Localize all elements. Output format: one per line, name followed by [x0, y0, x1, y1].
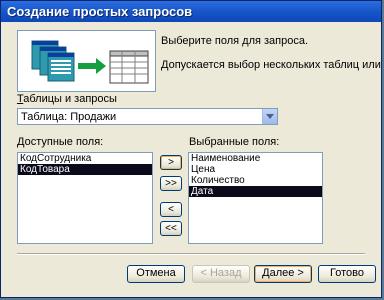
list-item[interactable]: КодТовара — [18, 164, 152, 175]
next-button[interactable]: Далее > — [254, 265, 312, 283]
available-fields-label: Доступные поля: — [17, 136, 103, 148]
list-item[interactable]: Наименование — [189, 153, 322, 164]
remove-field-button[interactable]: < — [160, 202, 182, 217]
selected-fields-list[interactable]: Наименование Цена Количество Дата — [188, 152, 323, 244]
selected-fields-label: Выбранные поля: — [189, 136, 280, 148]
add-all-fields-button[interactable]: >> — [160, 176, 182, 191]
tables-label: Таблицы и запросы — [17, 93, 117, 105]
list-item[interactable]: Цена — [189, 164, 322, 175]
title-bar[interactable]: Создание простых запросов — [1, 1, 381, 22]
wizard-window: Создание простых запросов Выберите поля … — [0, 0, 382, 298]
footer-separator — [17, 253, 365, 255]
finish-button[interactable]: Готово — [318, 265, 376, 283]
add-field-button[interactable]: > — [160, 155, 182, 170]
list-item[interactable]: КодСотрудника — [18, 153, 152, 164]
window-title: Создание простых запросов — [7, 4, 193, 19]
tables-dropdown[interactable]: Таблица: Продажи — [17, 108, 278, 125]
tables-label-text: аблицы и запросы — [23, 93, 117, 105]
back-button[interactable]: < Назад — [192, 265, 250, 283]
chevron-down-icon[interactable] — [262, 109, 277, 124]
remove-all-fields-button[interactable]: << — [160, 221, 182, 236]
wizard-illustration-icon — [17, 30, 156, 92]
available-label-hotkey: Д — [17, 136, 25, 148]
cancel-button[interactable]: Отмена — [127, 265, 185, 283]
list-item[interactable]: Количество — [189, 175, 322, 186]
available-label-text: оступные поля: — [24, 136, 104, 148]
list-item[interactable]: Дата — [189, 186, 322, 197]
tables-dropdown-value: Таблица: Продажи — [21, 111, 117, 123]
intro-line-1: Выберите поля для запроса. — [161, 35, 309, 47]
intro-line-2: Допускается выбор нескольких таблиц или … — [161, 59, 381, 71]
available-fields-list[interactable]: КодСотрудника КодТовара — [17, 152, 153, 244]
